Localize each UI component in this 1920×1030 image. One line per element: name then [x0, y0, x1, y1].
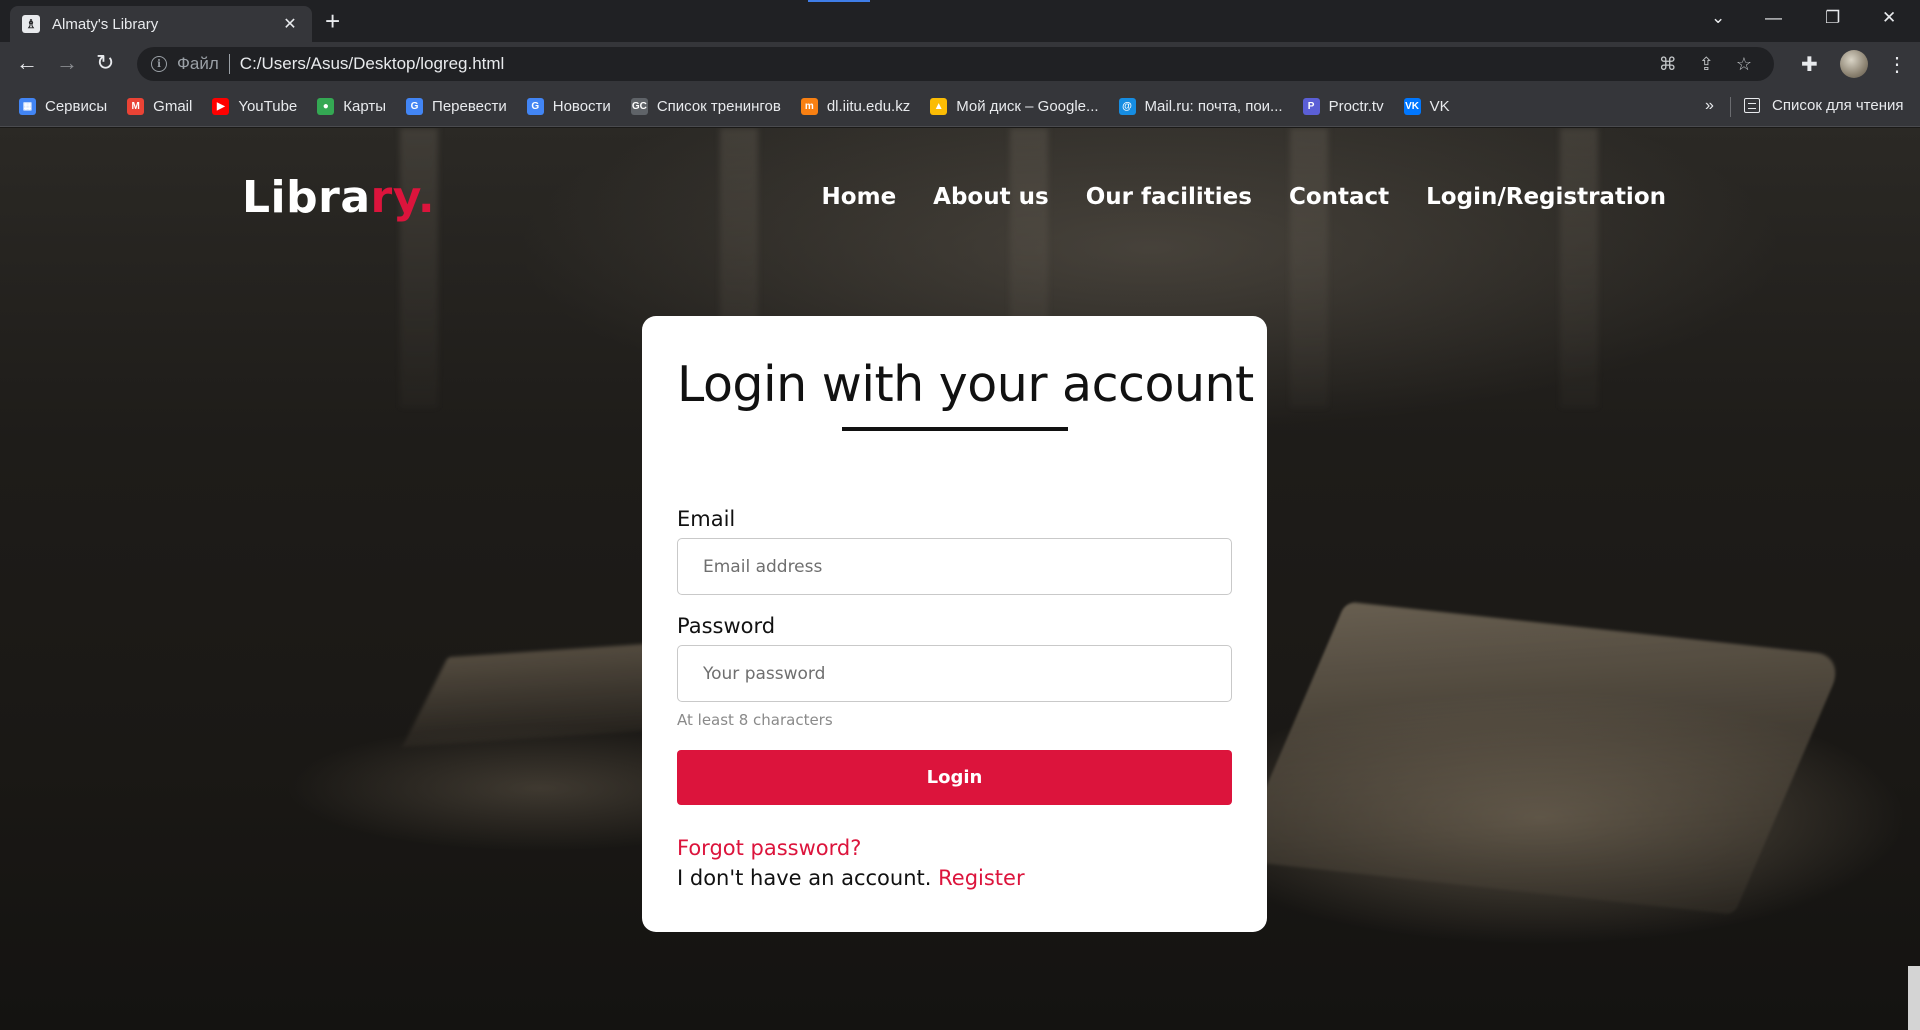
- page-viewport: Library. Home About us Our facilities Co…: [0, 128, 1920, 1030]
- password-input[interactable]: [677, 645, 1232, 702]
- reading-list-icon: [1744, 98, 1760, 113]
- bookmark-item[interactable]: P Proctr.tv: [1302, 98, 1384, 115]
- login-button[interactable]: Login: [677, 750, 1232, 805]
- reading-list-button[interactable]: Список для чтения: [1744, 97, 1904, 114]
- tab-search-icon[interactable]: ⌄: [1711, 8, 1725, 28]
- bookmark-label: YouTube: [238, 98, 298, 115]
- background-open-book: [1234, 601, 1846, 915]
- bookmarks-bar: ▦ Сервисы M Gmail ▶ YouTube ● Карты G Перевести G Н…: [0, 87, 1920, 127]
- site-info-icon[interactable]: i: [151, 56, 167, 72]
- proctr-icon: P: [1302, 98, 1320, 115]
- news-icon: G: [526, 98, 544, 115]
- background-window-pane: [1290, 128, 1328, 408]
- nav-about-us[interactable]: About us: [933, 184, 1049, 210]
- forgot-password-link[interactable]: Forgot password?: [677, 836, 861, 860]
- bookmark-label: Карты: [343, 98, 387, 115]
- password-hint: At least 8 characters: [677, 711, 833, 729]
- bookmark-item[interactable]: GC Список тренингов: [630, 98, 781, 115]
- bookmarks-overflow-button[interactable]: »: [1705, 97, 1714, 115]
- tab-strip-accent: [808, 0, 870, 2]
- account-links: Forgot password? I don't have an account…: [677, 833, 1232, 893]
- tab-title: Almaty's Library: [52, 15, 159, 33]
- new-tab-button[interactable]: +: [325, 8, 340, 34]
- browser-tab-active[interactable]: ♗ Almaty's Library ✕: [10, 6, 312, 42]
- mailru-icon: @: [1118, 98, 1136, 115]
- register-link[interactable]: Register: [938, 866, 1024, 890]
- back-icon[interactable]: ←: [16, 52, 38, 74]
- login-title: Login with your account: [677, 356, 1254, 413]
- bookmark-item[interactable]: m dl.iitu.edu.kz: [800, 98, 911, 115]
- bookmark-item[interactable]: ▲ Мой диск – Google...: [930, 98, 1099, 115]
- maps-pin-icon: ●: [317, 98, 335, 115]
- logo-text-accent: ry.: [370, 172, 436, 223]
- apps-grid-icon: ▦: [19, 98, 36, 115]
- bookmark-label: Gmail: [153, 98, 193, 115]
- login-card: Login with your account Email Password A…: [642, 316, 1267, 932]
- nav-our-facilities[interactable]: Our facilities: [1086, 184, 1252, 210]
- browser-toolbar: ← → ↻ i Файл C:/Users/Asus/Desktop/logre…: [0, 42, 1920, 87]
- bookmark-label: Список тренингов: [656, 98, 781, 115]
- nav-login-registration[interactable]: Login/Registration: [1426, 184, 1666, 210]
- background-window-pane: [400, 128, 438, 408]
- minimize-icon[interactable]: —: [1765, 8, 1782, 28]
- site-nav: Home About us Our facilities Contact Log…: [785, 184, 1666, 210]
- browser-menu-icon[interactable]: ⋮: [1887, 52, 1907, 77]
- forward-icon[interactable]: →: [56, 52, 78, 74]
- gc-icon: GC: [630, 98, 648, 115]
- bookmark-label: Новости: [552, 98, 611, 115]
- bookmark-item[interactable]: ▦ Сервисы: [19, 98, 107, 115]
- vk-icon: VK: [1403, 98, 1421, 115]
- bookmark-label: Mail.ru: почта, пои...: [1144, 98, 1283, 115]
- bookmark-label: Мой диск – Google...: [956, 98, 1099, 115]
- nav-contact[interactable]: Contact: [1289, 184, 1389, 210]
- bookmark-label: Перевести: [432, 98, 507, 115]
- close-window-icon[interactable]: ✕: [1882, 8, 1896, 28]
- bookmark-item[interactable]: ● Карты: [317, 98, 386, 115]
- extensions-icon[interactable]: ✚: [1801, 52, 1818, 77]
- logo-text-main: Libra: [242, 172, 371, 223]
- moodle-icon: m: [800, 98, 818, 115]
- library-favicon-icon: ♗: [22, 15, 40, 33]
- bookmark-item[interactable]: G Новости: [526, 98, 611, 115]
- email-label: Email: [677, 507, 736, 531]
- bookmark-item[interactable]: VK VK: [1403, 98, 1450, 115]
- bookmark-item[interactable]: ▶ YouTube: [212, 98, 297, 115]
- background-window-pane: [1560, 128, 1598, 408]
- bookmark-item[interactable]: G Перевести: [406, 98, 507, 115]
- bookmark-label: dl.iitu.edu.kz: [826, 98, 911, 115]
- restore-icon[interactable]: ❐: [1825, 8, 1840, 28]
- share-icon[interactable]: ⇪: [1699, 54, 1714, 75]
- bookmark-label: Сервисы: [45, 98, 108, 115]
- bookmark-label: Proctr.tv: [1328, 98, 1384, 115]
- gmail-icon: M: [127, 98, 145, 115]
- profile-avatar[interactable]: [1840, 50, 1868, 78]
- bookmark-item[interactable]: @ Mail.ru: почта, пои...: [1118, 98, 1283, 115]
- youtube-icon: ▶: [212, 98, 230, 115]
- title-underline: [841, 427, 1068, 431]
- bookmarks-divider: [1730, 97, 1731, 117]
- browser-tab-strip: ♗ Almaty's Library ✕ + ⌄ — ❐ ✕: [0, 0, 1920, 42]
- reading-list-label: Список для чтения: [1772, 97, 1904, 114]
- password-label: Password: [677, 614, 776, 638]
- translate-icon: G: [406, 98, 424, 115]
- nav-home[interactable]: Home: [822, 184, 897, 210]
- bookmark-star-icon[interactable]: ☆: [1736, 54, 1752, 75]
- no-account-text: I don't have an account.: [677, 866, 932, 890]
- address-separator: [228, 54, 230, 74]
- address-url[interactable]: C:/Users/Asus/Desktop/logreg.html: [240, 54, 505, 74]
- reload-icon[interactable]: ↻: [96, 52, 114, 74]
- bookmark-item[interactable]: M Gmail: [127, 98, 192, 115]
- drive-icon: ▲: [930, 98, 948, 115]
- bookmark-label: VK: [1429, 98, 1450, 115]
- email-input[interactable]: [677, 538, 1232, 595]
- translate-page-icon[interactable]: ⌘: [1659, 54, 1677, 75]
- site-logo[interactable]: Library.: [242, 172, 435, 223]
- address-actions: ⌘ ⇪ ☆: [1659, 47, 1774, 81]
- page-scrollbar[interactable]: [1908, 966, 1920, 1030]
- address-scheme: Файл: [177, 54, 219, 73]
- tab-close-icon[interactable]: ✕: [280, 14, 300, 34]
- address-bar[interactable]: i Файл C:/Users/Asus/Desktop/logreg.html…: [137, 47, 1774, 81]
